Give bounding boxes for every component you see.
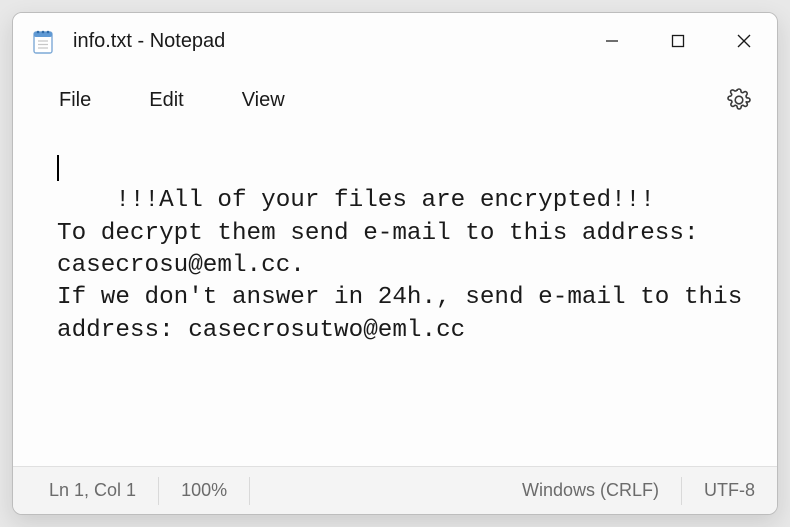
status-encoding: UTF-8 bbox=[682, 477, 777, 505]
status-zoom: 100% bbox=[159, 477, 250, 505]
minimize-button[interactable] bbox=[579, 13, 645, 69]
menu-view[interactable]: View bbox=[232, 83, 295, 118]
close-icon bbox=[737, 34, 751, 48]
menu-edit[interactable]: Edit bbox=[139, 83, 193, 118]
notepad-window: info.txt - Notepad File Edit View !!!Al bbox=[12, 12, 778, 515]
titlebar: info.txt - Notepad bbox=[13, 13, 777, 69]
minimize-icon bbox=[605, 34, 619, 48]
maximize-button[interactable] bbox=[645, 13, 711, 69]
settings-button[interactable] bbox=[719, 80, 759, 120]
notepad-icon bbox=[31, 27, 55, 55]
close-button[interactable] bbox=[711, 13, 777, 69]
maximize-icon bbox=[671, 34, 685, 48]
window-controls bbox=[579, 13, 777, 69]
status-cursor-position: Ln 1, Col 1 bbox=[13, 477, 159, 505]
gear-icon bbox=[727, 88, 751, 112]
menu-file[interactable]: File bbox=[49, 83, 101, 118]
text-editor[interactable]: !!!All of your files are encrypted!!! To… bbox=[13, 131, 777, 466]
editor-content: !!!All of your files are encrypted!!! To… bbox=[57, 187, 757, 343]
menubar: File Edit View bbox=[13, 69, 777, 131]
text-caret bbox=[57, 155, 59, 181]
status-line-ending: Windows (CRLF) bbox=[500, 477, 682, 505]
statusbar: Ln 1, Col 1 100% Windows (CRLF) UTF-8 bbox=[13, 466, 777, 514]
window-title: info.txt - Notepad bbox=[73, 30, 225, 53]
